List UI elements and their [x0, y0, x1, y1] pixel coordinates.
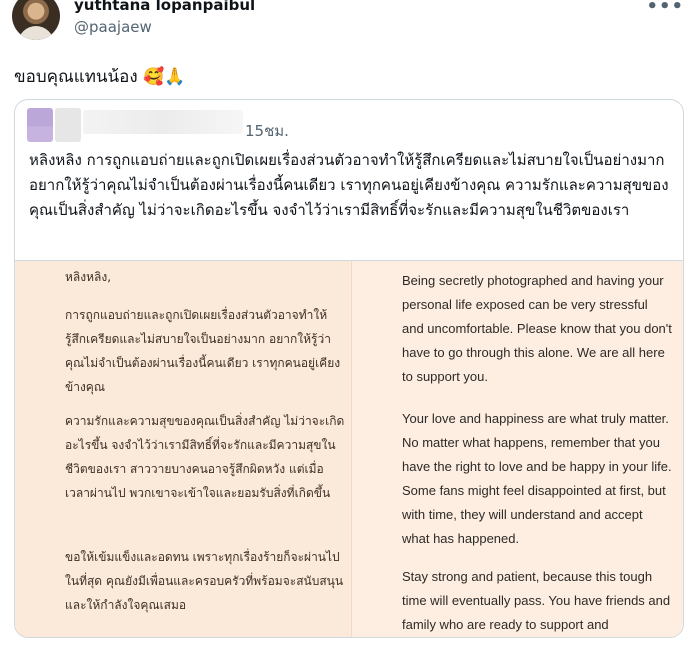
display-name[interactable]: yuthtana lopanpaibul [74, 0, 255, 14]
thai-paragraph-1: การถูกแอบถ่ายและถูกเปิดเผยเรื่องส่วนตัวอ… [65, 308, 341, 394]
english-paragraph-3: Stay strong and patient, because this to… [402, 569, 671, 632]
more-icon[interactable]: ••• [646, 0, 684, 17]
quote-image[interactable]: หลิงหลิง, การถูกแอบถ่ายและถูกเปิดเผยเรื่… [15, 260, 683, 637]
thai-letter-column: หลิงหลิง, การถูกแอบถ่ายและถูกเปิดเผยเรื่… [15, 261, 349, 637]
blurred-handle [83, 110, 243, 134]
thai-paragraph-3: ขอให้เข้มแข็งและอดทน เพราะทุกเรื่องร้ายก… [65, 550, 344, 612]
english-paragraph-2: Your love and happiness are what truly m… [402, 411, 672, 546]
avatar[interactable] [12, 0, 60, 40]
quoted-post[interactable]: 15ชม. หลิงหลิง การถูกแอบถ่ายและถูกเปิดเผ… [14, 99, 684, 638]
thai-greeting: หลิงหลิง, [65, 270, 112, 284]
quote-text: หลิงหลิง การถูกแอบถ่ายและถูกเปิดเผยเรื่อ… [29, 151, 669, 219]
quote-timestamp[interactable]: 15ชม. [245, 119, 289, 143]
english-paragraph-1: Being secretly photographed and having y… [402, 273, 672, 384]
user-handle[interactable]: @paajaew [74, 18, 152, 36]
blurred-avatar [27, 108, 53, 142]
english-letter-column: Being secretly photographed and having y… [351, 261, 683, 637]
emoji-icons: 🥰🙏 [143, 67, 186, 87]
post-text-body: ขอบคุณแทนน้อง [14, 67, 138, 87]
post-header: yuthtana lopanpaibul @paajaew ••• [12, 0, 688, 44]
post-text: ขอบคุณแทนน้อง 🥰🙏 [14, 63, 185, 90]
blurred-name [55, 108, 81, 142]
thai-paragraph-2: ความรักและความสุขของคุณเป็นสิ่งสำคัญ ไม่… [65, 414, 345, 500]
